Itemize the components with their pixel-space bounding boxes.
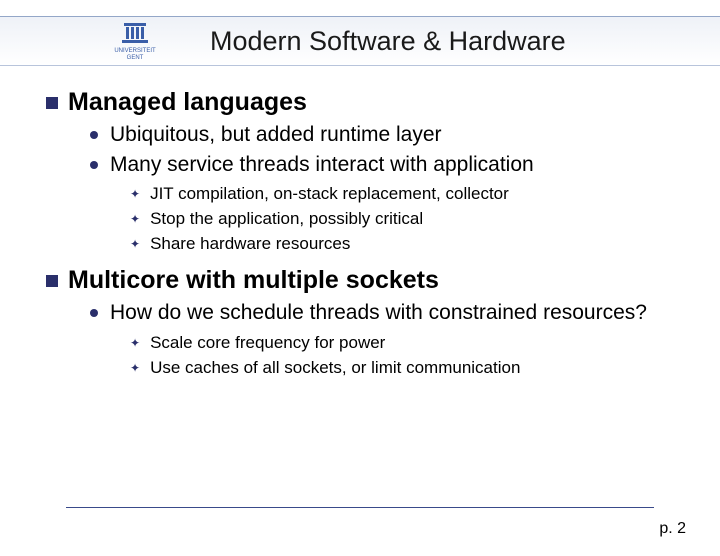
- sub-list-item: ✦ Use caches of all sockets, or limit co…: [130, 357, 674, 380]
- section-heading-text: Managed languages: [68, 88, 307, 117]
- sub-list-item: ✦ JIT compilation, on-stack replacement,…: [130, 183, 674, 206]
- section-heading: Managed languages: [46, 88, 674, 117]
- slide-content: Managed languages Ubiquitous, but added …: [0, 66, 720, 380]
- sub-list-item-text: JIT compilation, on-stack replacement, c…: [150, 183, 509, 206]
- slide-title: Modern Software & Hardware: [178, 26, 720, 57]
- star-bullet-icon: ✦: [130, 213, 140, 225]
- round-bullet-icon: [90, 309, 98, 317]
- star-bullet-icon: ✦: [130, 337, 140, 349]
- section-heading: Multicore with multiple sockets: [46, 266, 674, 295]
- footer-divider: [66, 507, 654, 508]
- list-item-text: Ubiquitous, but added runtime layer: [110, 121, 442, 149]
- square-bullet-icon: [46, 275, 58, 287]
- sub-list-item: ✦ Scale core frequency for power: [130, 332, 674, 355]
- sub-list-item-text: Stop the application, possibly critical: [150, 208, 423, 231]
- star-bullet-icon: ✦: [130, 238, 140, 250]
- round-bullet-icon: [90, 131, 98, 139]
- star-bullet-icon: ✦: [130, 362, 140, 374]
- square-bullet-icon: [46, 97, 58, 109]
- round-bullet-icon: [90, 161, 98, 169]
- sub-list-item: ✦ Stop the application, possibly critica…: [130, 208, 674, 231]
- sub-list-item: ✦ Share hardware resources: [130, 233, 674, 256]
- logo-text-top: UNIVERSITEIT: [114, 48, 156, 54]
- star-bullet-icon: ✦: [130, 188, 140, 200]
- logo-text-bottom: GENT: [127, 55, 144, 61]
- section-heading-text: Multicore with multiple sockets: [68, 266, 439, 295]
- list-item: Ubiquitous, but added runtime layer: [90, 121, 674, 149]
- sub-list-item-text: Share hardware resources: [150, 233, 350, 256]
- list-item-text: Many service threads interact with appli…: [110, 151, 534, 179]
- sub-list-item-text: Use caches of all sockets, or limit comm…: [150, 357, 520, 380]
- university-logo: UNIVERSITEIT GENT: [0, 17, 178, 65]
- page-number: p. 2: [659, 520, 686, 538]
- title-bar: UNIVERSITEIT GENT Modern Software & Hard…: [0, 16, 720, 66]
- sub-list-item-text: Scale core frequency for power: [150, 332, 385, 355]
- list-item-text: How do we schedule threads with constrai…: [110, 299, 647, 327]
- list-item: How do we schedule threads with constrai…: [90, 299, 674, 327]
- list-item: Many service threads interact with appli…: [90, 151, 674, 179]
